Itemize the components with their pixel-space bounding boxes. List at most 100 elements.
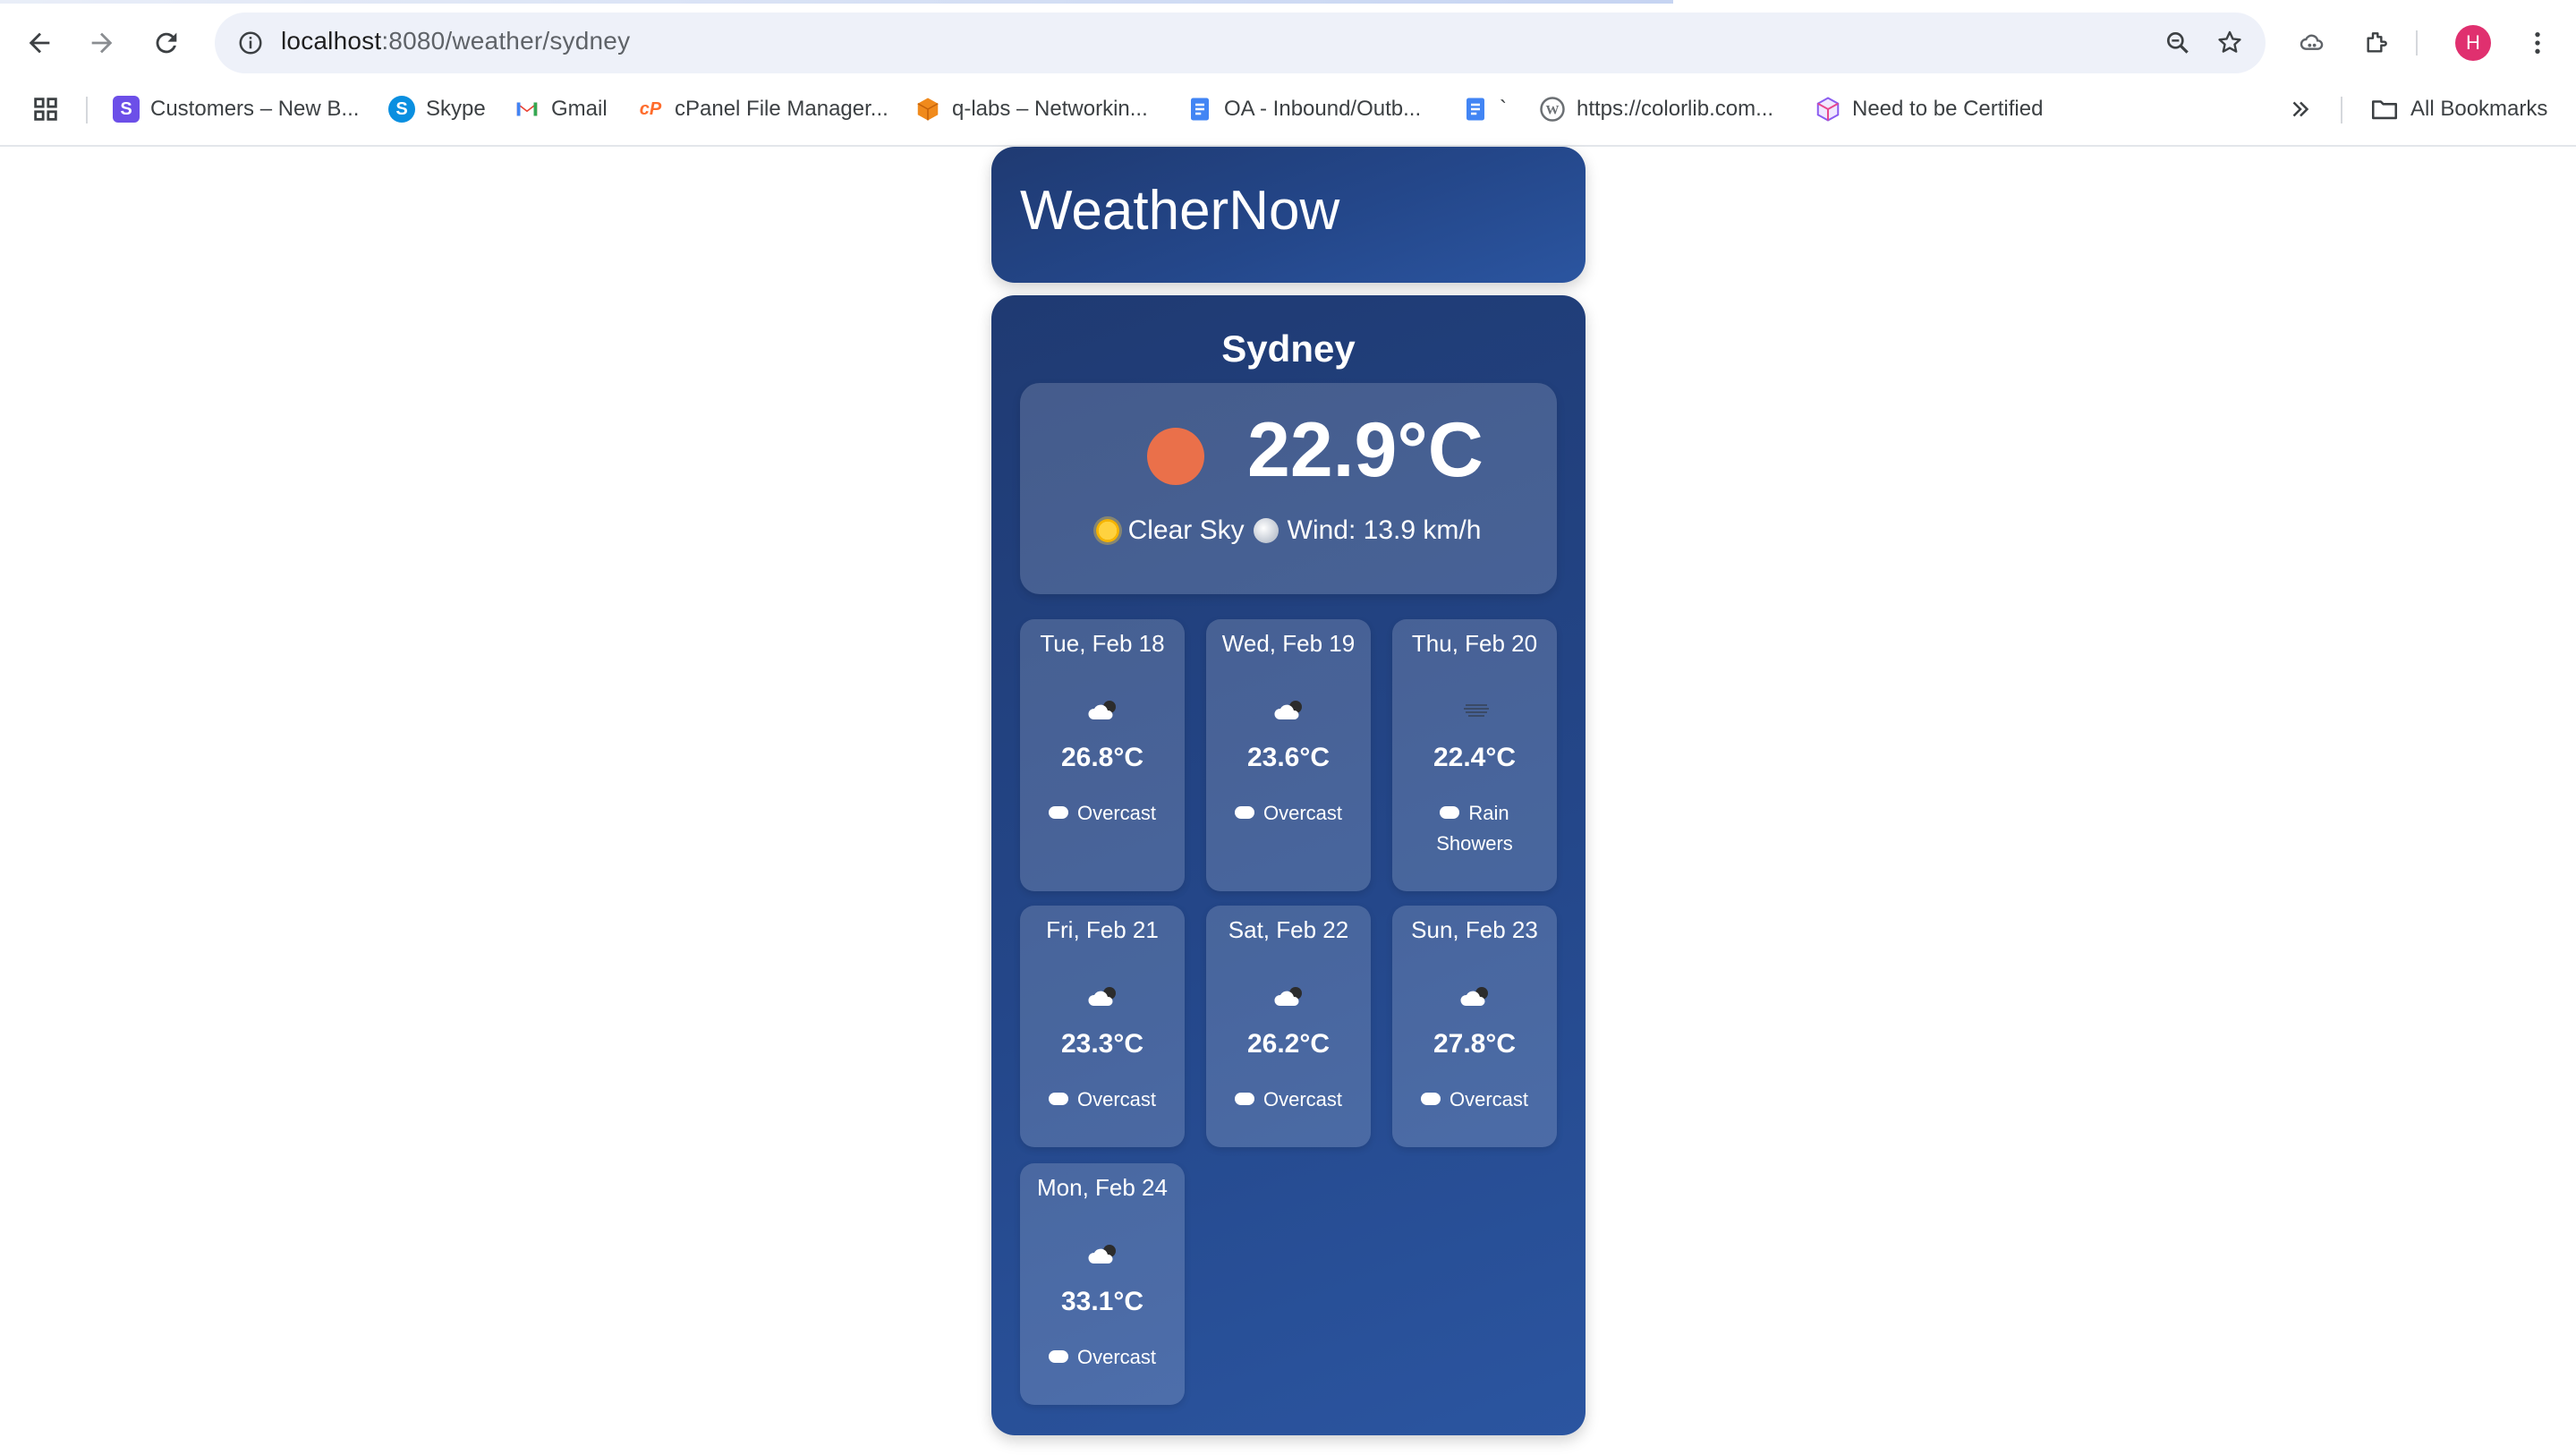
cloud-icon	[1048, 806, 1068, 820]
forecast-description-text: Overcast	[1076, 1346, 1157, 1368]
partly-cloudy-icon	[1460, 987, 1488, 1006]
bookmark-label: https://colorlib.com...	[1577, 97, 1774, 121]
doc-icon	[1186, 96, 1213, 123]
extension-cloud-icon[interactable]	[2289, 20, 2335, 66]
current-conditions: Clear Sky Wind: 13.9 km/h	[1020, 515, 1557, 546]
forecast-description-text: Overcast	[1262, 1088, 1343, 1110]
apps-grid-button[interactable]	[30, 86, 61, 132]
toolbar-divider	[2416, 30, 2418, 55]
forecast-temperature: 27.8°C	[1433, 1029, 1517, 1059]
profile-avatar[interactable]: H	[2455, 25, 2491, 61]
bookmark-label: OA - Inbound/Outb...	[1224, 97, 1422, 121]
gmail-icon	[514, 96, 540, 123]
forecast-date: Sun, Feb 23	[1411, 916, 1538, 943]
bookmark-customers[interactable]: S Customers – New B...	[113, 86, 359, 132]
current-temperature: 22.9°C	[1247, 407, 1484, 493]
forecast-date: Thu, Feb 20	[1411, 630, 1538, 657]
back-button[interactable]	[16, 20, 63, 66]
partly-cloudy-icon	[1274, 701, 1302, 719]
cloud-icon	[1440, 806, 1460, 820]
bookmarks-separator	[86, 97, 88, 123]
url-host: localhost	[281, 27, 382, 55]
bookmark-label: `	[1500, 97, 1507, 121]
partly-cloudy-icon	[1088, 1245, 1116, 1264]
forecast-day-card[interactable]: Sat, Feb 22 26.2°C Overcast	[1206, 906, 1371, 1147]
forecast-description: Overcast	[1038, 1342, 1167, 1373]
extensions-puzzle-icon[interactable]	[2353, 20, 2400, 66]
loading-bar	[0, 0, 1673, 4]
forward-button[interactable]	[79, 20, 125, 66]
forecast-date: Sat, Feb 22	[1228, 916, 1349, 943]
forecast-day-card[interactable]: Mon, Feb 24 33.1°C Overcast	[1020, 1163, 1185, 1405]
cloud-icon	[1234, 806, 1254, 820]
bookmark-qlabs[interactable]: q-labs – Networkin...	[914, 86, 1148, 132]
forecast-description: Overcast	[1224, 798, 1353, 829]
bookmark-cpanel[interactable]: cP cPanel File Manager...	[637, 86, 888, 132]
menu-kebab-icon[interactable]	[2514, 20, 2561, 66]
bookmark-skype[interactable]: S Skype	[388, 86, 486, 132]
weather-card: Sydney 22.9°C Clear Sky Wind: 13.9 km/h …	[991, 295, 1586, 1435]
bookmarks-separator	[2341, 97, 2342, 123]
bookmark-gmail[interactable]: Gmail	[514, 86, 608, 132]
forecast-description: Rain Showers	[1410, 798, 1539, 859]
url-path: :8080/weather/sydney	[381, 27, 631, 55]
bookmark-star-icon[interactable]	[2210, 23, 2249, 63]
avatar-letter: H	[2466, 31, 2480, 54]
forecast-day-card[interactable]: Fri, Feb 21 23.3°C Overcast	[1020, 906, 1185, 1147]
reload-button[interactable]	[143, 20, 190, 66]
skype-icon: S	[388, 96, 415, 123]
forecast-date: Tue, Feb 18	[1040, 630, 1165, 657]
bookmark-colorlib[interactable]: W https://colorlib.com...	[1539, 86, 1773, 132]
reload-icon	[156, 32, 177, 54]
clear-sky-icon	[1095, 519, 1119, 542]
bookmark-certified[interactable]: Need to be Certified	[1815, 86, 2043, 132]
all-bookmarks-button[interactable]: All Bookmarks	[2369, 86, 2547, 132]
bookmark-label: Gmail	[551, 97, 608, 121]
forecast-temperature: 22.4°C	[1433, 743, 1517, 772]
forecast-day-card[interactable]: Sun, Feb 23 27.8°C Overcast	[1392, 906, 1557, 1147]
forecast-description-text: Overcast	[1076, 1088, 1157, 1110]
forecast-description: Overcast	[1038, 1085, 1167, 1115]
bookmarks-bar: S Customers – New B... S Skype Gmail cP …	[0, 86, 2576, 132]
partly-cloudy-icon	[1274, 987, 1302, 1006]
wordpress-icon: W	[1539, 96, 1566, 123]
url-text[interactable]: localhost:8080/weather/sydney	[281, 27, 630, 55]
forecast-description-text: Overcast	[1076, 802, 1157, 824]
arrow-right-icon	[91, 32, 113, 54]
forecast-date: Mon, Feb 24	[1037, 1174, 1168, 1201]
bookmark-label: Need to be Certified	[1852, 97, 2044, 121]
forecast-day-card[interactable]: Thu, Feb 20 22.4°C Rain Showers	[1392, 619, 1557, 891]
wind-text: Wind: 13.9 km/h	[1287, 515, 1482, 545]
forecast-day-card[interactable]: Wed, Feb 19 23.6°C Overcast	[1206, 619, 1371, 891]
bookmark-oa-inbound[interactable]: OA - Inbound/Outb...	[1186, 86, 1421, 132]
bookmark-label: cPanel File Manager...	[675, 97, 888, 121]
forecast-temperature: 33.1°C	[1060, 1287, 1144, 1316]
forecast-description-text: Overcast	[1449, 1088, 1529, 1110]
apps-grid-icon	[34, 98, 57, 121]
cube-icon	[914, 96, 941, 123]
bookmark-label: Skype	[426, 97, 486, 121]
fog-icon	[1464, 704, 1489, 717]
site-info-icon[interactable]	[231, 23, 270, 63]
bookmark-doc[interactable]: `	[1462, 86, 1507, 132]
forecast-description-text: Overcast	[1262, 802, 1343, 824]
bookmark-label: q-labs – Networkin...	[952, 97, 1148, 121]
app-header: WeatherNow	[991, 147, 1586, 283]
doc-icon	[1462, 96, 1489, 123]
forecast-description: Overcast	[1410, 1085, 1539, 1115]
zoom-icon[interactable]	[2158, 23, 2198, 63]
address-bar[interactable]: localhost:8080/weather/sydney	[215, 13, 2266, 73]
cpanel-icon: cP	[639, 98, 662, 119]
current-weather-panel: 22.9°C Clear Sky Wind: 13.9 km/h	[1020, 383, 1557, 594]
forecast-day-card[interactable]: Tue, Feb 18 26.8°C Overcast	[1020, 619, 1185, 891]
cloud-icon	[1048, 1093, 1068, 1106]
svg-text:W: W	[1546, 104, 1560, 118]
folder-icon	[2371, 100, 2398, 120]
cloud-icon	[1234, 1093, 1254, 1106]
sun-icon	[1147, 428, 1204, 485]
partly-cloudy-icon	[1088, 701, 1116, 719]
more-bookmarks-button[interactable]	[2287, 86, 2314, 132]
browser-chrome: localhost:8080/weather/sydney H S Custom…	[0, 0, 2576, 147]
forecast-date: Fri, Feb 21	[1046, 916, 1159, 943]
forecast-temperature: 23.3°C	[1060, 1029, 1144, 1059]
